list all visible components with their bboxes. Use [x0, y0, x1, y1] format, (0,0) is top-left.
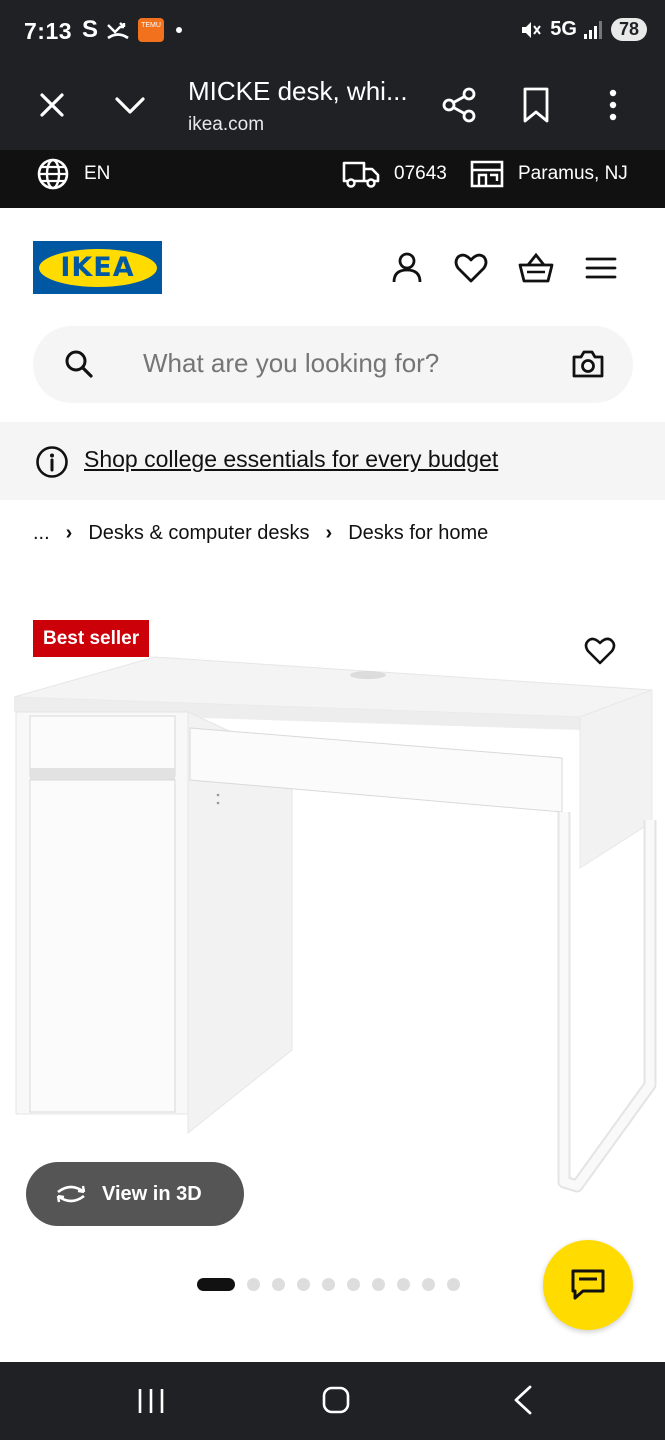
- heart-icon[interactable]: [453, 250, 489, 286]
- carousel-dot[interactable]: [447, 1278, 460, 1291]
- carousel-dot[interactable]: [247, 1278, 260, 1291]
- store-icon: [470, 160, 504, 188]
- app-notification-icon: S: [82, 16, 99, 43]
- menu-icon[interactable]: [583, 250, 619, 286]
- mute-icon: [522, 21, 542, 38]
- notification-dot: [176, 27, 183, 33]
- back-icon[interactable]: [510, 1384, 536, 1416]
- carousel-dot[interactable]: [397, 1278, 410, 1291]
- store-selector[interactable]: Paramus, NJ: [470, 154, 628, 194]
- system-nav-bar: [0, 1362, 665, 1440]
- view-3d-button[interactable]: View in 3D: [26, 1162, 244, 1226]
- more-icon[interactable]: [598, 86, 628, 124]
- breadcrumb-desks-for-home[interactable]: Desks for home: [348, 522, 488, 545]
- globe-icon: [37, 158, 69, 190]
- status-system-icons: 5G 78: [520, 18, 647, 41]
- browser-toolbar: MICKE desk, whi... ikea.com: [0, 62, 665, 150]
- cart-icon[interactable]: [518, 250, 554, 286]
- network-type: 5G: [550, 18, 577, 40]
- search-icon: [65, 350, 93, 378]
- page-title: MICKE desk, whi...: [188, 76, 408, 106]
- zip-code: 07643: [394, 163, 447, 184]
- ikea-logo[interactable]: IKEA: [33, 241, 162, 294]
- close-icon[interactable]: [36, 89, 68, 121]
- bookmark-icon[interactable]: [520, 86, 552, 124]
- status-bar: 7:13 S TEMU 5G 78: [0, 0, 665, 62]
- carousel-dot[interactable]: [322, 1278, 335, 1291]
- logo-oval: IKEA: [38, 248, 157, 287]
- chevron-right-icon: ›: [325, 522, 333, 544]
- info-icon: [36, 446, 68, 478]
- camera-icon[interactable]: [571, 348, 605, 380]
- carousel-dot[interactable]: [372, 1278, 385, 1291]
- store-name: Paramus, NJ: [518, 163, 628, 184]
- search-bar[interactable]: [33, 326, 633, 403]
- chevron-right-icon: ›: [65, 522, 73, 544]
- language-label: EN: [84, 163, 111, 184]
- delivery-zip[interactable]: 07643: [342, 154, 447, 194]
- page-url[interactable]: ikea.com: [188, 114, 264, 136]
- best-seller-badge: Best seller: [33, 620, 150, 657]
- chevron-down-icon[interactable]: [112, 89, 148, 121]
- favorite-heart-icon[interactable]: [583, 634, 617, 668]
- delivery-truck-icon: [342, 161, 380, 188]
- language-selector[interactable]: EN: [36, 154, 110, 194]
- breadcrumb-ellipsis[interactable]: ...: [33, 522, 50, 545]
- college-essentials-link[interactable]: Shop college essentials for every budget: [84, 446, 498, 473]
- home-icon[interactable]: [320, 1384, 352, 1416]
- breadcrumb: ... › Desks & computer desks › Desks for…: [33, 522, 488, 545]
- signal-icon: [583, 20, 602, 39]
- store-bar: EN 07643 Paramus, NJ: [0, 150, 665, 208]
- carousel-dot[interactable]: [272, 1278, 285, 1291]
- temu-app-icon: TEMU: [138, 18, 165, 42]
- status-time: 7:13: [24, 18, 73, 44]
- account-icon[interactable]: [389, 250, 425, 286]
- rotate-3d-icon: [56, 1185, 86, 1203]
- promo-banner: Shop college essentials for every budget: [0, 422, 665, 500]
- carousel-dot[interactable]: [347, 1278, 360, 1291]
- recent-apps-icon[interactable]: [136, 1386, 166, 1416]
- carousel-dot[interactable]: [197, 1278, 235, 1291]
- battery-indicator: 78: [610, 18, 647, 41]
- share-icon[interactable]: [440, 86, 478, 124]
- product-image[interactable]: [0, 600, 665, 1240]
- carousel-dot[interactable]: [422, 1278, 435, 1291]
- view-3d-label: View in 3D: [102, 1182, 202, 1205]
- carousel-indicator: [197, 1278, 460, 1291]
- search-input[interactable]: [143, 348, 573, 379]
- chat-button[interactable]: [543, 1240, 633, 1330]
- status-notification-icons: S TEMU: [82, 16, 183, 44]
- carousel-dot[interactable]: [297, 1278, 310, 1291]
- logo-text: IKEA: [60, 252, 135, 283]
- breadcrumb-desks-computer-desks[interactable]: Desks & computer desks: [88, 522, 309, 545]
- missed-call-icon: [107, 22, 129, 40]
- chat-icon: [571, 1269, 605, 1300]
